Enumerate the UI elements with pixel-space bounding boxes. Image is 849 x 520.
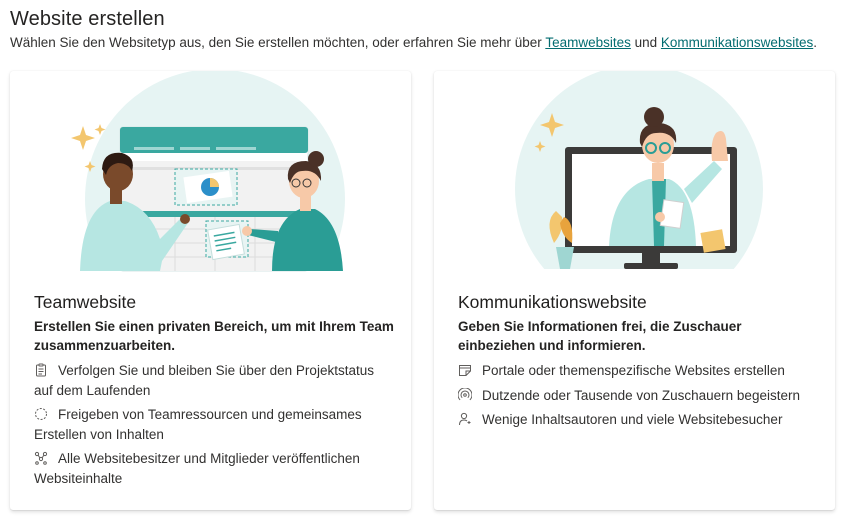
list-item: Dutzende oder Tausende von Zuschauern be… [458, 386, 818, 406]
page-subtitle: Wählen Sie den Websitetyp aus, den Sie e… [10, 35, 817, 50]
feature-text: Alle Websitebesitzer und Mitglieder verö… [34, 451, 360, 486]
subtitle-suffix: . [813, 35, 817, 50]
list-item: Verfolgen Sie und bleiben Sie über den P… [34, 361, 394, 400]
feature-text: Freigeben von Teamressourcen und gemeins… [34, 407, 362, 442]
people-network-icon [34, 451, 48, 465]
subtitle-and: und [630, 35, 661, 50]
feature-text: Wenige Inhaltsautoren und viele Websiteb… [482, 412, 783, 427]
team-site-illustration [10, 71, 411, 281]
list-item: Wenige Inhaltsautoren und viele Websiteb… [458, 410, 818, 430]
feature-text: Verfolgen Sie und bleiben Sie über den P… [34, 363, 374, 398]
clipboard-icon [34, 363, 48, 377]
feature-list: Verfolgen Sie und bleiben Sie über den P… [34, 361, 394, 493]
feature-text: Dutzende oder Tausende von Zuschauern be… [482, 387, 800, 403]
page-title: Website erstellen [10, 8, 165, 30]
list-item: Alle Websitebesitzer und Mitglieder verö… [34, 449, 394, 488]
page-edit-icon [458, 363, 472, 377]
card-description: Erstellen Sie einen privaten Bereich, um… [34, 319, 394, 353]
team-sites-link[interactable]: Teamwebsites [545, 35, 631, 50]
subtitle-text: Wählen Sie den Websitetyp aus, den Sie e… [10, 35, 546, 50]
feature-text: Portale oder themenspezifische Websites … [482, 363, 785, 378]
card-description: Geben Sie Informationen frei, die Zuscha… [458, 319, 742, 353]
broadcast-icon [458, 387, 472, 402]
communication-sites-link[interactable]: Kommunikationswebsites [661, 35, 813, 50]
sync-icon [34, 407, 48, 421]
card-title: Teamwebsite [34, 292, 137, 312]
card-title: Kommunikationswebsite [458, 292, 647, 312]
list-item: Freigeben von Teamressourcen und gemeins… [34, 405, 394, 444]
person-icon [458, 412, 472, 426]
communication-site-card[interactable]: Kommunikationswebsite Geben Sie Informat… [434, 71, 835, 510]
feature-list: Portale oder themenspezifische Websites … [458, 361, 818, 435]
communication-site-illustration [434, 71, 835, 281]
team-site-card[interactable]: Teamwebsite Erstellen Sie einen privaten… [10, 71, 411, 510]
list-item: Portale oder themenspezifische Websites … [458, 361, 818, 381]
